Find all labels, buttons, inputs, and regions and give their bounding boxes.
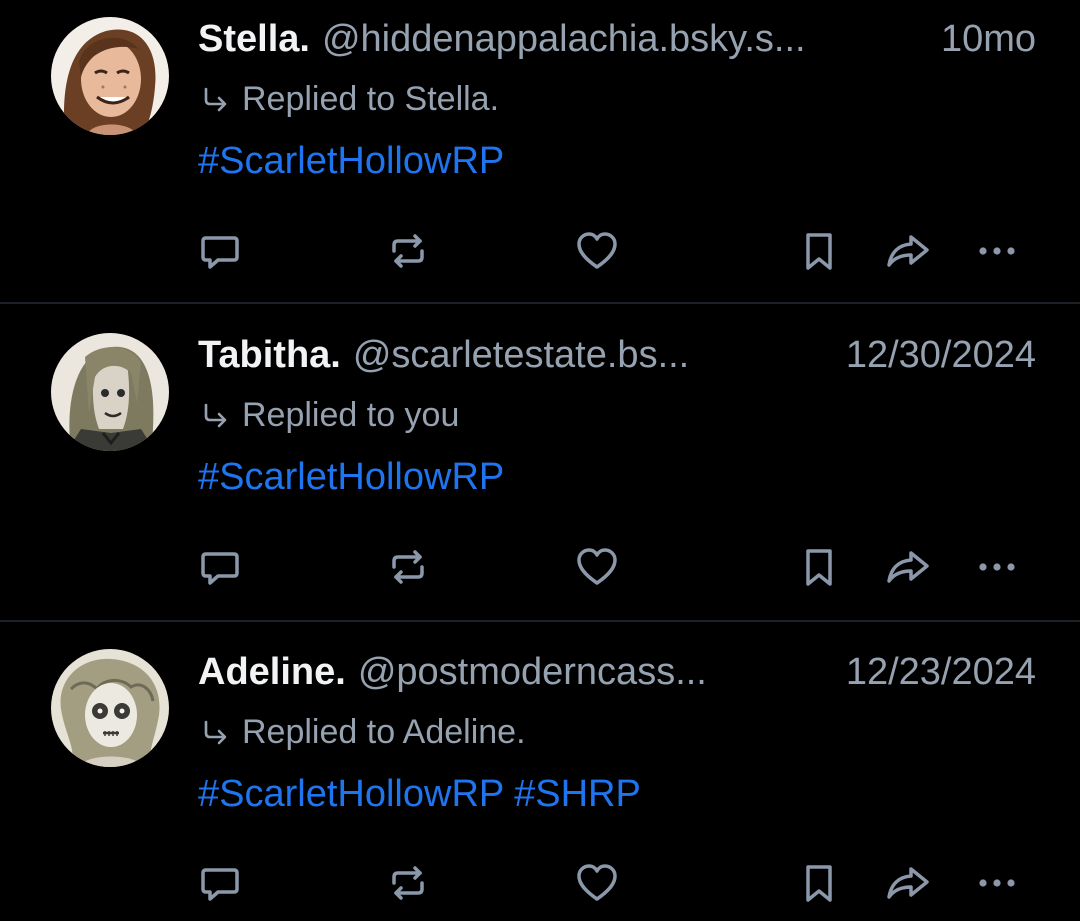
author-name[interactable]: Adeline.	[198, 651, 346, 694]
repost-icon	[392, 866, 424, 900]
reply-arrow-icon	[204, 87, 227, 111]
post-header: Tabitha. @scarletestate.bs... 12/30/2024	[198, 334, 1036, 384]
post-actions	[0, 226, 1080, 276]
like-button[interactable]	[572, 226, 622, 276]
avatar[interactable]	[51, 649, 169, 767]
more-icon	[979, 563, 1015, 571]
repost-button[interactable]	[383, 226, 433, 276]
more-options-button[interactable]	[972, 226, 1022, 276]
post-header: Adeline. @postmoderncass... 12/23/2024	[198, 651, 1036, 701]
post[interactable]: Tabitha. @scarletestate.bs... 12/30/2024…	[0, 304, 1080, 620]
reply-icon	[201, 552, 239, 585]
reply-context: Replied to Stella.	[200, 80, 499, 119]
author-handle[interactable]: @scarletestate.bs...	[353, 334, 832, 377]
hashtag-link[interactable]: #ScarletHollowRP	[198, 456, 504, 498]
reply-button[interactable]	[195, 226, 245, 276]
share-button[interactable]	[883, 542, 933, 592]
like-button[interactable]	[572, 542, 622, 592]
repost-button[interactable]	[383, 858, 433, 908]
like-icon	[577, 548, 617, 585]
like-icon	[577, 864, 617, 901]
notification-feed: Stella. @hiddenappalachia.bsky.s... 10mo…	[0, 0, 1080, 921]
bookmark-icon	[806, 233, 832, 270]
more-icon	[979, 879, 1015, 887]
repost-icon	[392, 550, 424, 584]
post-text: #ScarletHollowRP	[198, 456, 504, 499]
more-options-button[interactable]	[972, 542, 1022, 592]
avatar-illustration	[51, 17, 169, 135]
author-name[interactable]: Tabitha.	[198, 334, 341, 377]
repost-icon	[392, 234, 424, 268]
reply-context-text: Replied to Stella.	[242, 80, 500, 118]
reply-context-text: Replied to Adeline.	[242, 713, 526, 751]
post-actions	[0, 858, 1080, 908]
share-icon	[887, 551, 929, 583]
avatar[interactable]	[51, 17, 169, 135]
bookmark-button[interactable]	[794, 858, 844, 908]
repost-button[interactable]	[383, 542, 433, 592]
reply-icon	[201, 236, 239, 269]
avatar-illustration	[51, 649, 169, 767]
reply-button[interactable]	[195, 542, 245, 592]
post-text: #ScarletHollowRP	[198, 140, 504, 183]
reply-context: Replied to Adeline.	[200, 713, 526, 752]
reply-context: Replied to you	[200, 396, 459, 435]
hashtag-link[interactable]: #ScarletHollowRP	[198, 773, 504, 815]
more-options-button[interactable]	[972, 858, 1022, 908]
post-timestamp[interactable]: 12/23/2024	[846, 651, 1036, 694]
hashtag-link[interactable]: #ScarletHollowRP	[198, 140, 504, 182]
author-handle[interactable]: @hiddenappalachia.bsky.s...	[322, 18, 927, 61]
reply-button[interactable]	[195, 858, 245, 908]
reply-arrow-icon	[204, 403, 227, 427]
reply-arrow-icon	[204, 720, 227, 744]
author-handle[interactable]: @postmoderncass...	[358, 651, 832, 694]
bookmark-icon	[806, 549, 832, 586]
avatar[interactable]	[51, 333, 169, 451]
share-icon	[887, 867, 929, 899]
post[interactable]: Stella. @hiddenappalachia.bsky.s... 10mo…	[0, 0, 1080, 302]
post[interactable]: Adeline. @postmoderncass... 12/23/2024 R…	[0, 622, 1080, 921]
reply-icon	[201, 868, 239, 901]
share-button[interactable]	[883, 858, 933, 908]
share-icon	[887, 235, 929, 267]
post-header: Stella. @hiddenappalachia.bsky.s... 10mo	[198, 18, 1036, 68]
post-timestamp[interactable]: 12/30/2024	[846, 334, 1036, 377]
bookmark-button[interactable]	[794, 226, 844, 276]
post-text: #ScarletHollowRP #SHRP	[198, 773, 641, 816]
post-timestamp[interactable]: 10mo	[941, 18, 1036, 61]
more-icon	[979, 247, 1015, 255]
reply-context-text: Replied to you	[242, 396, 460, 434]
bookmark-button[interactable]	[794, 542, 844, 592]
bookmark-icon	[806, 865, 832, 902]
like-icon	[577, 232, 617, 269]
like-button[interactable]	[572, 858, 622, 908]
hashtag-link[interactable]: #SHRP	[514, 773, 641, 815]
share-button[interactable]	[883, 226, 933, 276]
post-actions	[0, 542, 1080, 592]
avatar-illustration	[51, 333, 169, 451]
author-name[interactable]: Stella.	[198, 18, 310, 61]
